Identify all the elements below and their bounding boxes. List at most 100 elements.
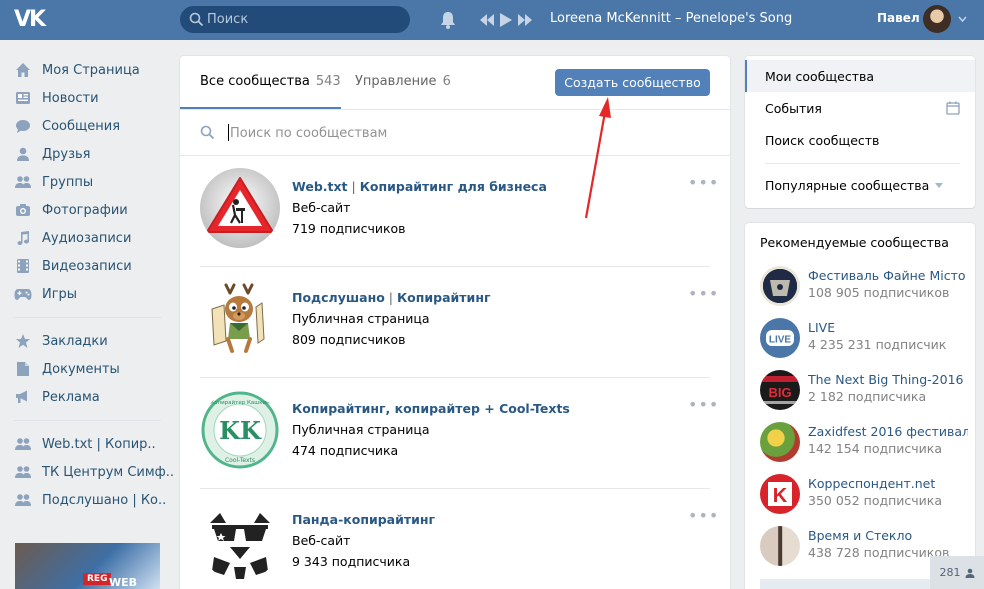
- group-avatar[interactable]: K: [760, 474, 800, 514]
- next-icon[interactable]: [518, 14, 532, 26]
- search-icon: [189, 12, 204, 27]
- recommended-communities: Рекомендуемые сообщества Фестиваль Файне…: [745, 223, 975, 589]
- sidebar-item-bookmarks[interactable]: Закладки: [0, 327, 175, 355]
- more-options-icon[interactable]: •••: [688, 397, 719, 413]
- group-subscribers: 108 905 подписчиков: [808, 285, 950, 300]
- sidebar-shortcut-webtxt[interactable]: Web.txt | Копир..: [0, 430, 175, 458]
- menu-item-popular-communities[interactable]: Популярные сообщества: [745, 169, 975, 201]
- ad-tag: REG: [83, 573, 112, 585]
- sidebar-item-label: Игры: [42, 286, 78, 302]
- left-sidebar: Моя Страница Новости Сообщения Друзья Гр…: [0, 56, 175, 514]
- group-title[interactable]: Web.txt | Копирайтинг для бизнеса: [292, 179, 547, 194]
- list-item[interactable]: KK Копирайтер Кашкин Cool-Texts Копирайт…: [200, 378, 718, 489]
- group-name[interactable]: Время и Стекло: [808, 528, 968, 543]
- search-icon: [200, 125, 215, 140]
- play-icon[interactable]: [500, 13, 512, 27]
- sidebar-shortcut-podslushano[interactable]: Подслушано | Ко..: [0, 486, 175, 514]
- group-avatar[interactable]: [200, 279, 280, 359]
- bell-icon[interactable]: [439, 10, 457, 30]
- megaphone-icon: [14, 388, 32, 406]
- group-name[interactable]: The Next Big Thing-2016: [808, 372, 968, 387]
- more-options-icon[interactable]: •••: [688, 508, 719, 524]
- group-subscribers: 142 154 подписчика: [808, 441, 943, 456]
- create-community-button[interactable]: Создать сообщество: [555, 69, 710, 96]
- friend-icon: [14, 145, 32, 163]
- group-avatar[interactable]: LIVE: [760, 318, 800, 358]
- list-item[interactable]: Zaxidfest 2016 фестиваль... 142 154 подп…: [760, 422, 970, 474]
- sidebar-item-label: Web.txt | Копир..: [42, 436, 156, 452]
- tab-label: Управление: [355, 74, 437, 89]
- sidebar-item-videos[interactable]: Видеозаписи: [0, 252, 175, 280]
- sidebar-item-games[interactable]: Игры: [0, 280, 175, 308]
- group-name[interactable]: Корреспондент.net: [808, 476, 968, 491]
- sidebar-item-photos[interactable]: Фотографии: [0, 196, 175, 224]
- music-note-icon: [14, 229, 32, 247]
- chevron-down-icon[interactable]: [958, 16, 967, 22]
- group-avatar[interactable]: [200, 501, 280, 581]
- sidebar-ad-banner[interactable]: REG WEB: [15, 543, 160, 589]
- big-logo-text: BIG: [768, 385, 791, 400]
- home-icon: [14, 61, 32, 79]
- communities-panel: Все сообщества 543 Управление 6 Создать со…: [180, 56, 730, 589]
- sidebar-item-audio[interactable]: Аудиозаписи: [0, 224, 175, 252]
- list-item[interactable]: Подслушано | Копирайтинг Публичная стран…: [200, 267, 718, 378]
- sidebar-item-news[interactable]: Новости: [0, 84, 175, 112]
- sidebar-item-label: Сообщения: [42, 118, 121, 134]
- vk-logo[interactable]: VK: [14, 8, 48, 32]
- header-search-input[interactable]: [207, 6, 397, 33]
- camera-icon: [14, 201, 32, 219]
- tab-bar: Все сообщества 543 Управление 6 Создать со…: [180, 56, 730, 110]
- sidebar-item-documents[interactable]: Документы: [0, 355, 175, 383]
- list-item[interactable]: LIVE LIVE 4 235 231 подписчик: [760, 318, 970, 370]
- sidebar-item-my-page[interactable]: Моя Страница: [0, 56, 175, 84]
- menu-item-search-communities[interactable]: Поиск сообществ: [745, 124, 975, 156]
- more-options-icon[interactable]: •••: [688, 286, 719, 302]
- live-logo-text: LIVE: [769, 335, 792, 346]
- list-item[interactable]: Фестиваль Файне Місто 108 905 подписчико…: [760, 266, 970, 318]
- tab-all-communities[interactable]: Все сообщества 543: [200, 74, 341, 89]
- group-title[interactable]: Подслушано | Копирайтинг: [292, 290, 490, 305]
- kk-logo-text: KK: [219, 416, 262, 445]
- list-item[interactable]: Панда-копирайтинг Веб-сайт 9 343 подписч…: [200, 489, 718, 589]
- group-name[interactable]: LIVE: [808, 320, 968, 335]
- group-title[interactable]: Панда-копирайтинг: [292, 512, 435, 527]
- menu-item-events[interactable]: События: [745, 92, 975, 124]
- tab-management[interactable]: Управление 6: [355, 74, 451, 89]
- group-title[interactable]: Копирайтинг, копирайтер + Cool-Texts: [292, 401, 570, 416]
- more-options-icon[interactable]: •••: [688, 175, 719, 191]
- sidebar-divider: [14, 420, 161, 421]
- group-avatar[interactable]: [200, 168, 280, 248]
- group-avatar[interactable]: KK Копирайтер Кашкин Cool-Texts: [200, 390, 280, 470]
- sidebar-shortcut-tk-centrum[interactable]: ТК Центрум Симф..: [0, 458, 175, 486]
- calendar-icon[interactable]: [946, 101, 960, 115]
- group-type: Публичная страница: [292, 422, 430, 437]
- group-avatar[interactable]: [760, 526, 800, 566]
- list-item[interactable]: BIG The Next Big Thing-2016 2 182 подпис…: [760, 370, 970, 422]
- previous-icon[interactable]: [480, 14, 494, 26]
- group-name[interactable]: Zaxidfest 2016 фестиваль...: [808, 424, 968, 439]
- sidebar-item-label: Аудиозаписи: [42, 230, 132, 246]
- menu-item-label: События: [765, 100, 822, 116]
- now-playing-track[interactable]: Loreena McKennitt – Penelope's Song: [550, 11, 792, 26]
- group-avatar[interactable]: [760, 422, 800, 462]
- sidebar-item-groups[interactable]: Группы: [0, 168, 175, 196]
- list-item[interactable]: Web.txt | Копирайтинг для бизнеса Веб-са…: [200, 156, 718, 267]
- user-name[interactable]: Павел: [877, 11, 920, 25]
- sidebar-item-messages[interactable]: Сообщения: [0, 112, 175, 140]
- community-search-input[interactable]: [230, 110, 700, 156]
- menu-item-my-communities[interactable]: Мои сообщества: [745, 60, 975, 92]
- sidebar-item-friends[interactable]: Друзья: [0, 140, 175, 168]
- tab-label: Все сообщества: [200, 74, 310, 89]
- group-avatar[interactable]: [760, 266, 800, 306]
- sidebar-item-ads[interactable]: Реклама: [0, 383, 175, 411]
- online-friends-badge[interactable]: 281: [930, 556, 984, 589]
- group-subscribers: 438 728 подписчиков: [808, 545, 950, 560]
- group-title-separator: |: [347, 179, 360, 194]
- avatar[interactable]: [923, 5, 951, 33]
- header-search[interactable]: [180, 6, 410, 33]
- community-search[interactable]: [180, 110, 730, 156]
- group-subscribers: 2 182 подписчика: [808, 389, 927, 404]
- group-name[interactable]: Фестиваль Файне Місто: [808, 268, 968, 283]
- group-avatar[interactable]: BIG: [760, 370, 800, 410]
- list-item[interactable]: K Корреспондент.net 350 052 подписчика: [760, 474, 970, 526]
